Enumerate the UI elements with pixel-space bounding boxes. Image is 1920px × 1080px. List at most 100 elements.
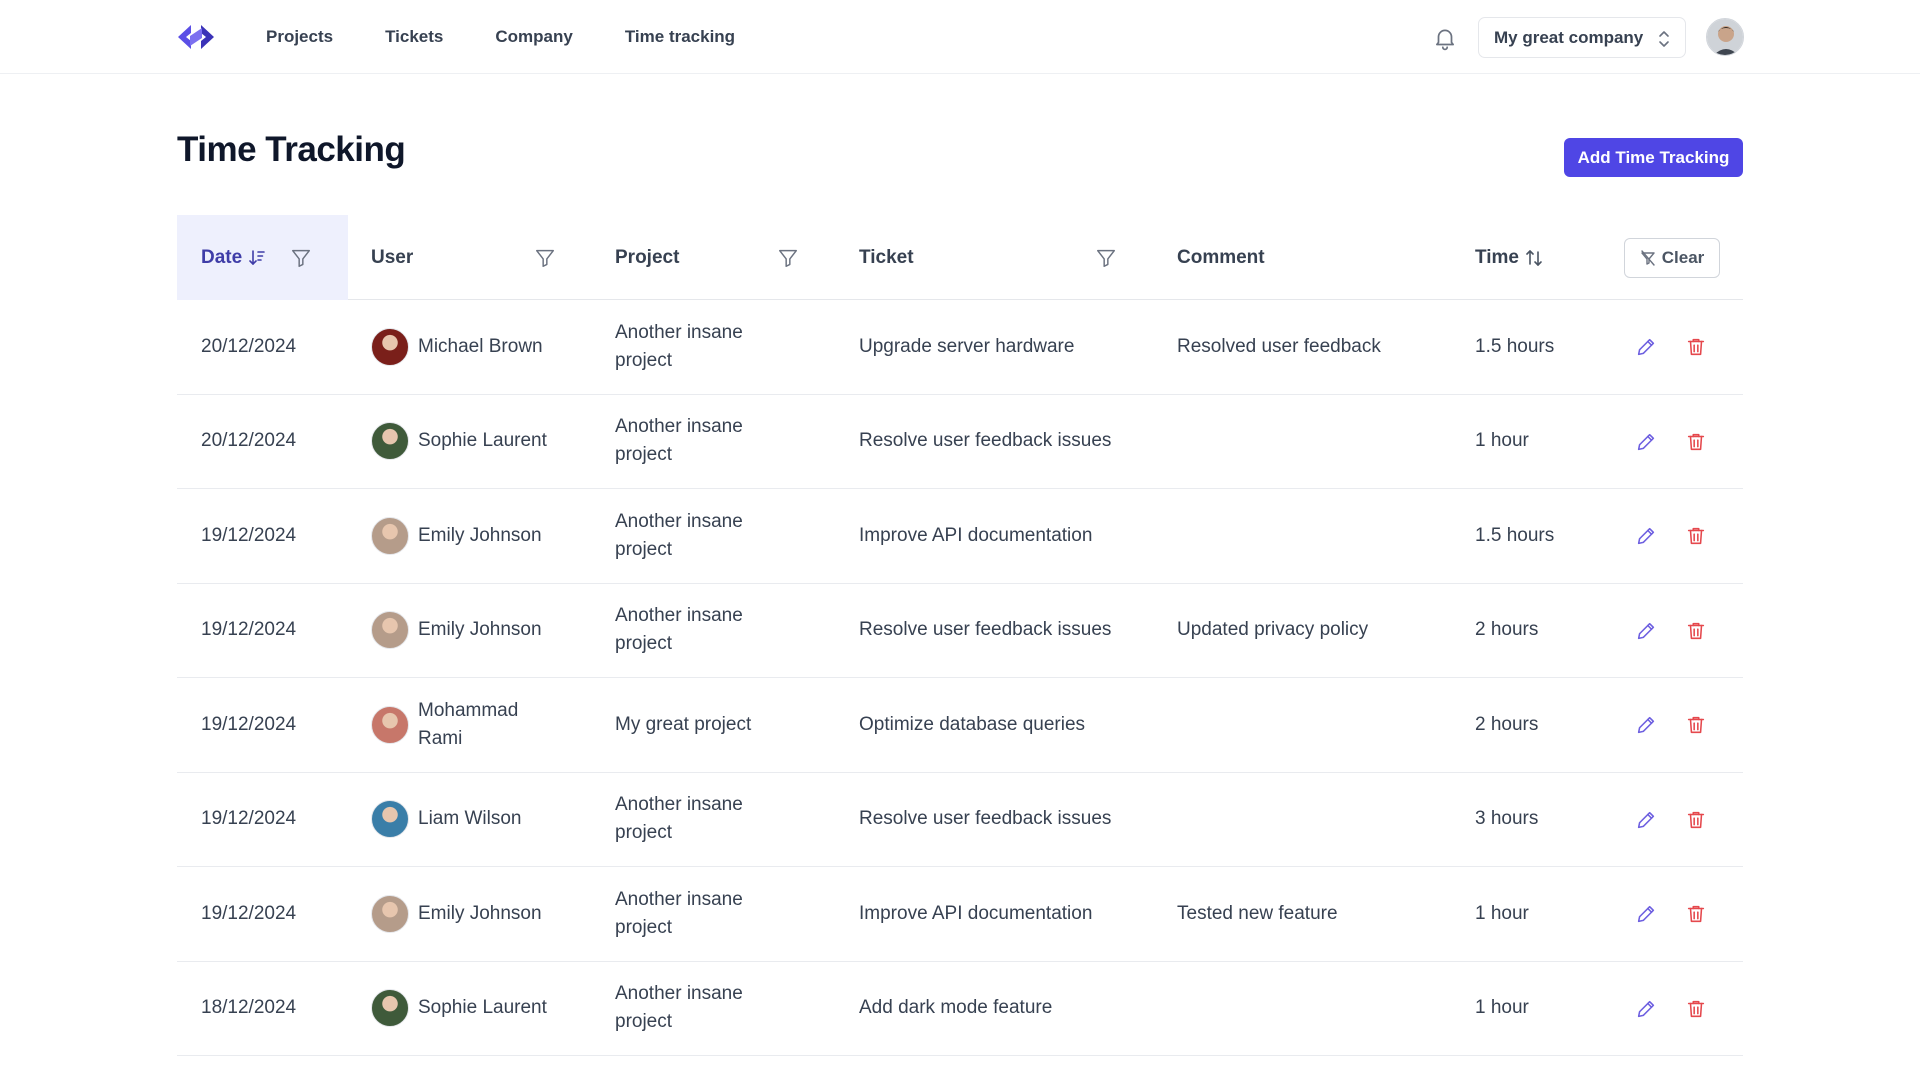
cell-time: 1 hour xyxy=(1475,997,1529,1019)
cell-user: Michael Brown xyxy=(371,300,561,394)
cell-comment xyxy=(1177,489,1457,583)
user-name: Mohammad Rami xyxy=(418,699,519,749)
trash-icon[interactable] xyxy=(1685,620,1707,642)
cell-ticket: Improve API documentation xyxy=(859,524,1093,546)
cell-comment xyxy=(1177,962,1457,1056)
table-row: 20/12/2024 Sophie Laurent Another insane… xyxy=(177,395,1743,489)
column-user[interactable]: User xyxy=(371,215,413,300)
pencil-icon[interactable] xyxy=(1635,620,1657,642)
cell-project: Another insane project xyxy=(615,510,743,560)
top-navbar: Projects Tickets Company Time tracking M… xyxy=(0,0,1920,74)
avatar xyxy=(371,989,409,1028)
cell-ticket: Resolve user feedback issues xyxy=(859,808,1112,830)
cell-project: Another insane project xyxy=(615,605,743,655)
cell-project: Another insane project xyxy=(615,983,743,1033)
avatar xyxy=(371,800,409,839)
cell-comment: Resolved user feedback xyxy=(1177,335,1381,357)
column-date[interactable]: Date xyxy=(177,215,348,300)
table-body: 20/12/2024 Michael Brown Another insane … xyxy=(177,300,1743,1056)
user-avatar[interactable] xyxy=(1706,18,1744,56)
cell-date: 19/12/2024 xyxy=(201,808,297,830)
table-row: 19/12/2024 Emily Johnson Another insane … xyxy=(177,867,1743,962)
trash-icon[interactable] xyxy=(1685,431,1707,453)
pencil-icon[interactable] xyxy=(1635,903,1657,925)
cell-time: 1.5 hours xyxy=(1475,335,1555,357)
pencil-icon[interactable] xyxy=(1635,525,1657,547)
chevron-updown-icon xyxy=(1659,31,1669,47)
column-time-label: Time xyxy=(1475,246,1520,268)
table-header: Date User Project Ticket Comment Time Cl… xyxy=(177,215,1743,300)
user-name: Sophie Laurent xyxy=(418,430,547,452)
user-name: Emily Johnson xyxy=(418,524,542,546)
column-ticket[interactable]: Ticket xyxy=(859,215,914,300)
avatar xyxy=(371,705,409,744)
trash-icon[interactable] xyxy=(1685,809,1707,831)
avatar xyxy=(371,327,409,366)
user-name: Emily Johnson xyxy=(418,902,542,924)
add-time-tracking-button[interactable]: Add Time Tracking xyxy=(1564,138,1743,177)
cell-time: 2 hours xyxy=(1475,619,1539,641)
column-time[interactable]: Time xyxy=(1475,215,1543,300)
time-tracking-table: Date User Project Ticket Comment Time Cl… xyxy=(177,215,1743,1056)
cell-project: Another insane project xyxy=(615,794,743,844)
cell-time: 3 hours xyxy=(1475,808,1539,830)
cell-project: My great project xyxy=(615,713,752,735)
trash-icon[interactable] xyxy=(1685,525,1707,547)
cell-comment: Tested new feature xyxy=(1177,902,1338,924)
filter-icon[interactable] xyxy=(290,247,312,269)
cell-comment: Updated privacy policy xyxy=(1177,619,1369,641)
table-row: 20/12/2024 Michael Brown Another insane … xyxy=(177,300,1743,395)
pencil-icon[interactable] xyxy=(1635,431,1657,453)
cell-date: 18/12/2024 xyxy=(201,997,297,1019)
table-row: 18/12/2024 Sophie Laurent Another insane… xyxy=(177,962,1743,1056)
nav-tickets[interactable]: Tickets xyxy=(385,27,443,47)
cell-project: Another insane project xyxy=(615,321,743,371)
column-project[interactable]: Project xyxy=(615,215,679,300)
cell-user: Liam Wilson xyxy=(371,773,561,867)
logo-icon[interactable] xyxy=(176,22,216,52)
sort-desc-icon[interactable] xyxy=(248,248,266,268)
filter-icon[interactable] xyxy=(777,247,799,269)
sort-icon[interactable] xyxy=(1525,248,1543,268)
main-nav: Projects Tickets Company Time tracking xyxy=(266,0,787,74)
user-name: Liam Wilson xyxy=(418,808,522,830)
cell-user: Emily Johnson xyxy=(371,584,561,678)
company-select[interactable]: My great company xyxy=(1478,17,1686,58)
cell-ticket: Upgrade server hardware xyxy=(859,335,1075,357)
cell-time: 1 hour xyxy=(1475,902,1529,924)
nav-projects[interactable]: Projects xyxy=(266,27,333,47)
user-name: Michael Brown xyxy=(418,335,543,357)
pencil-icon[interactable] xyxy=(1635,714,1657,736)
cell-date: 19/12/2024 xyxy=(201,524,297,546)
nav-company[interactable]: Company xyxy=(495,27,572,47)
clear-filters-label: Clear xyxy=(1661,248,1705,267)
table-row: 19/12/2024 Liam Wilson Another insane pr… xyxy=(177,773,1743,867)
table-row: 19/12/2024 Mohammad Rami My great projec… xyxy=(177,678,1743,773)
cell-comment xyxy=(1177,395,1457,489)
clear-filters-button[interactable]: Clear xyxy=(1624,238,1720,278)
pencil-icon[interactable] xyxy=(1635,336,1657,358)
cell-time: 1 hour xyxy=(1475,430,1529,452)
filter-icon[interactable] xyxy=(534,247,556,269)
cell-date: 19/12/2024 xyxy=(201,713,297,735)
page-title: Time Tracking xyxy=(177,130,406,169)
trash-icon[interactable] xyxy=(1685,998,1707,1020)
bell-icon[interactable] xyxy=(1432,25,1458,51)
trash-icon[interactable] xyxy=(1685,714,1707,736)
cell-ticket: Resolve user feedback issues xyxy=(859,619,1112,641)
company-select-value: My great company xyxy=(1494,27,1644,47)
trash-icon[interactable] xyxy=(1685,336,1707,358)
avatar xyxy=(371,516,409,555)
pencil-icon[interactable] xyxy=(1635,809,1657,831)
cell-time: 2 hours xyxy=(1475,713,1539,735)
nav-time-tracking[interactable]: Time tracking xyxy=(625,27,735,47)
cell-project: Another insane project xyxy=(615,888,743,938)
pencil-icon[interactable] xyxy=(1635,998,1657,1020)
trash-icon[interactable] xyxy=(1685,903,1707,925)
user-name: Sophie Laurent xyxy=(418,997,547,1019)
cell-user: Mohammad Rami xyxy=(371,678,561,772)
cell-user: Emily Johnson xyxy=(371,867,561,961)
cell-comment xyxy=(1177,678,1457,772)
filter-icon[interactable] xyxy=(1095,247,1117,269)
cell-user: Emily Johnson xyxy=(371,489,561,583)
